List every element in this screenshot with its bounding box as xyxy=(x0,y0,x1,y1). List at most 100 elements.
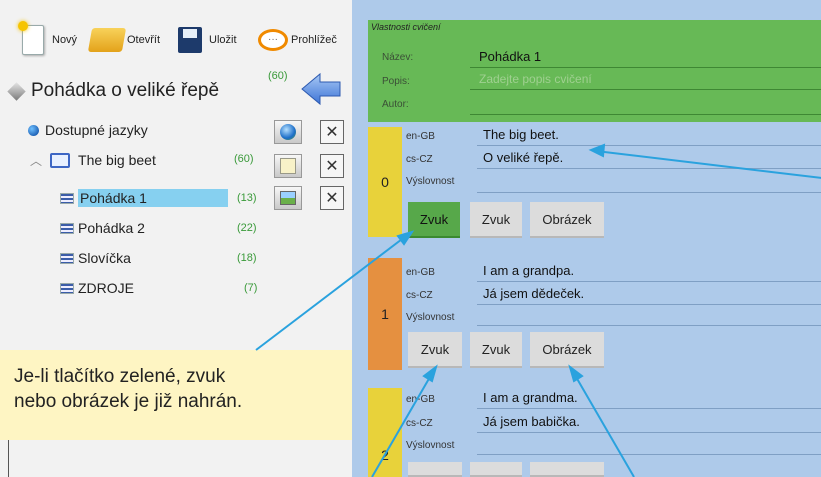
zdroje-label: ZDROJE xyxy=(78,280,134,296)
close-icon: ✕ xyxy=(325,124,339,141)
pohadka-1-count: (13) xyxy=(237,192,257,204)
tree-item-pohadka-2[interactable]: Pohádka 2 xyxy=(60,214,330,242)
slovicka-label: Slovíčka xyxy=(78,250,131,266)
list-icon xyxy=(60,282,74,294)
remove-language-button[interactable]: ✕ xyxy=(320,120,344,144)
author-underline xyxy=(470,114,821,115)
book-label: The big beet xyxy=(78,152,156,168)
book-icon xyxy=(50,152,71,168)
card-1-pron-label: Výslovnost xyxy=(406,312,455,323)
callout-text: Je-li tlačítko zelené, zvuk nebo obrázek… xyxy=(14,364,344,414)
back-arrow-icon[interactable] xyxy=(300,72,342,106)
image-settings-button[interactable] xyxy=(274,186,302,210)
card-0-lang2: cs-CZ xyxy=(406,154,433,165)
close-icon: ✕ xyxy=(325,190,339,207)
pohadka-2-label: Pohádka 2 xyxy=(78,220,145,236)
author-label: Autor: xyxy=(382,99,409,110)
pohadka-1-label: Pohádka 1 xyxy=(78,189,228,207)
save-label: Uložit xyxy=(209,34,237,46)
pohadka-2-count: (22) xyxy=(237,222,257,234)
card-0-line1 xyxy=(477,145,821,146)
list-icon xyxy=(60,222,74,234)
diamond-icon xyxy=(7,81,26,101)
card-0-image-button[interactable]: Obrázek xyxy=(530,202,604,238)
properties-title: Vlastnosti cvičení xyxy=(371,22,441,32)
slovicka-count: (18) xyxy=(237,252,257,264)
globe-icon xyxy=(280,124,296,140)
card-1-sound-cs-button[interactable]: Zvuk xyxy=(470,332,522,368)
project-header: Pohádka o veliké řepě xyxy=(7,76,220,106)
card-0-pron-label: Výslovnost xyxy=(406,176,455,187)
list-icon xyxy=(60,192,74,204)
card-0-line2 xyxy=(477,168,821,169)
card-2-lang1: en-GB xyxy=(406,394,435,405)
card-1-text1[interactable]: I am a grandpa. xyxy=(483,263,574,278)
folder-icon xyxy=(87,28,127,52)
card-1-lang1: en-GB xyxy=(406,267,435,278)
callout-line-1: Je-li tlačítko zelené, zvuk xyxy=(14,366,226,387)
card-index-1: 1 xyxy=(368,258,402,370)
desc-underline xyxy=(470,89,821,90)
sound-settings-button[interactable] xyxy=(274,154,302,178)
card-1-line1 xyxy=(477,281,821,282)
new-file-icon xyxy=(18,21,44,55)
open-button[interactable]: Otevřít xyxy=(87,20,161,60)
name-underline xyxy=(470,67,821,68)
remove-sound-button[interactable]: ✕ xyxy=(320,154,344,178)
viewer-button[interactable]: ··· Prohlížeč xyxy=(258,20,337,60)
speech-bubble-icon: ··· xyxy=(258,29,288,51)
project-count: (60) xyxy=(268,70,288,82)
book-count: (60) xyxy=(234,153,254,165)
desc-label: Popis: xyxy=(382,76,410,87)
card-1-line2 xyxy=(477,304,821,305)
callout-line-2: nebo obrázek je již nahrán. xyxy=(14,391,243,412)
card-2-pron-label: Výslovnost xyxy=(406,440,455,451)
card-2-sound-en-button[interactable] xyxy=(408,462,462,477)
tree-item-zdroje[interactable]: ZDROJE xyxy=(60,274,330,302)
card-2-line2 xyxy=(477,432,821,433)
name-field[interactable]: Pohádka 1 xyxy=(479,49,541,64)
zdroje-count: (7) xyxy=(244,282,258,294)
globe-icon xyxy=(28,124,39,136)
card-1-lang2: cs-CZ xyxy=(406,290,433,301)
remove-image-button[interactable]: ✕ xyxy=(320,186,344,210)
card-1-sound-en-button[interactable]: Zvuk xyxy=(408,332,462,368)
new-button[interactable]: Nový xyxy=(18,20,78,60)
language-globe-button[interactable] xyxy=(274,120,302,144)
viewer-label: Prohlížeč xyxy=(291,34,337,46)
list-icon xyxy=(60,252,74,264)
name-label: Název: xyxy=(382,52,414,63)
card-1-text2[interactable]: Já jsem dědeček. xyxy=(483,286,584,301)
card-1-image-button[interactable]: Obrázek xyxy=(530,332,604,368)
tree-item-book[interactable]: ︿ The big beet xyxy=(30,146,300,174)
save-button[interactable]: Uložit xyxy=(178,20,237,60)
card-0-lang1: en-GB xyxy=(406,131,435,142)
languages-label: Dostupné jazyky xyxy=(45,122,148,138)
card-0-text1[interactable]: The big beet. xyxy=(483,127,559,142)
desc-field[interactable]: Zadejte popis cvičení xyxy=(479,72,592,86)
divider xyxy=(8,440,9,477)
exercise-properties xyxy=(368,20,821,122)
tree-item-slovicka[interactable]: Slovíčka xyxy=(60,244,330,272)
card-0-text2[interactable]: O veliké řepě. xyxy=(483,150,563,165)
card-2-sound-cs-button[interactable] xyxy=(470,462,522,477)
card-2-lang2: cs-CZ xyxy=(406,418,433,429)
card-2-text1[interactable]: I am a grandma. xyxy=(483,390,578,405)
image-icon xyxy=(280,191,296,205)
project-title: Pohádka o veliké řepě xyxy=(31,80,220,101)
card-0-sound-en-button[interactable]: Zvuk xyxy=(408,202,460,238)
floppy-disk-icon xyxy=(178,27,202,53)
sound-icon xyxy=(280,158,296,174)
card-0-line3 xyxy=(477,192,821,193)
card-1-line3 xyxy=(477,325,821,326)
card-2-image-button[interactable] xyxy=(530,462,604,477)
chevron-up-icon: ︿ xyxy=(30,153,43,168)
card-index-0: 0 xyxy=(368,127,402,237)
card-2-line1 xyxy=(477,408,821,409)
tree-item-languages[interactable]: Dostupné jazyky xyxy=(28,116,298,144)
card-2-text2[interactable]: Já jsem babička. xyxy=(483,414,580,429)
open-label: Otevřít xyxy=(127,34,161,46)
new-label: Nový xyxy=(52,34,78,46)
card-0-sound-cs-button[interactable]: Zvuk xyxy=(470,202,522,238)
card-index-2: 2 xyxy=(368,388,402,477)
